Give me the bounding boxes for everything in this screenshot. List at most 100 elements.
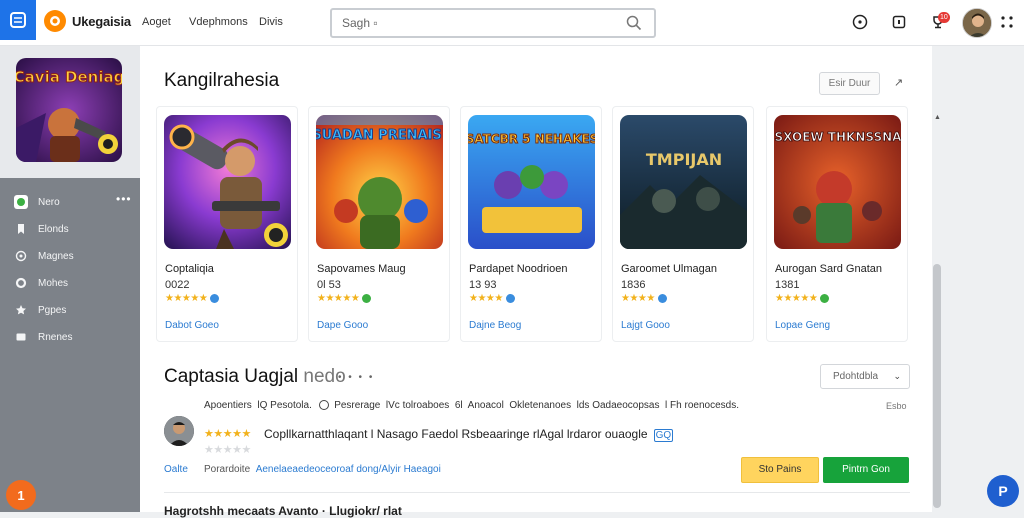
primary-action-button[interactable]: Pintrn Gon bbox=[823, 457, 909, 483]
app-grid-icon bbox=[10, 12, 26, 28]
verified-badge-icon bbox=[820, 293, 830, 303]
featured-game-title: Cavia Deniag bbox=[16, 68, 122, 86]
sort-dropdown[interactable]: Pdohtdbla ⌄ bbox=[820, 364, 910, 389]
sidebar-item-label: Rnenes bbox=[38, 331, 73, 343]
nav-link-1[interactable]: Aoget bbox=[142, 16, 171, 28]
sidebar-more-icon[interactable]: ••• bbox=[116, 192, 132, 206]
logo-play-icon bbox=[50, 16, 60, 26]
search-input[interactable] bbox=[342, 15, 612, 31]
filter-label[interactable]: Anoacol bbox=[468, 400, 504, 411]
verified-badge-icon bbox=[362, 293, 372, 303]
game-name: Coptaliqia bbox=[165, 263, 214, 275]
nav-link-3[interactable]: Divis bbox=[259, 16, 283, 28]
top-bar: Ukegaisia Aoget Vdephmons Divis 10 bbox=[0, 0, 1024, 46]
game-name: Garoomet Ulmagan bbox=[621, 263, 717, 275]
rating-stars: ★★★★★ bbox=[165, 293, 220, 304]
star-icon bbox=[14, 303, 28, 317]
game-link[interactable]: Lopae Geng bbox=[775, 320, 830, 331]
download-count: 1836 bbox=[621, 279, 646, 291]
rating-stars: ★★★★★ bbox=[317, 293, 372, 304]
filter-label[interactable]: Okletenanoes bbox=[509, 400, 571, 411]
game-artwork[interactable]: SATCBR 5 NEHAKES bbox=[468, 115, 595, 249]
game-card-2[interactable]: SUADAN PRENAIS! Sapovames Maug 0l 53 ★★★… bbox=[308, 106, 450, 342]
brand-logo[interactable] bbox=[44, 10, 66, 32]
artwork-title: SXOEW THKNSSNA bbox=[775, 130, 901, 144]
featured-game-artwork[interactable]: Cavia Deniag bbox=[16, 58, 122, 162]
game-link[interactable]: Dabot Goeo bbox=[165, 320, 219, 331]
section-title-2: Captasia Uagjal nedo bbox=[164, 366, 346, 387]
game-artwork[interactable]: SUADAN PRENAIS! bbox=[316, 115, 443, 249]
sidebar-fab-button[interactable]: 1 bbox=[6, 480, 36, 510]
apps-grid-icon[interactable] bbox=[998, 13, 1016, 31]
game-artwork[interactable]: SXOEW THKNSSNA bbox=[774, 115, 901, 249]
right-gutter bbox=[932, 46, 1024, 512]
filter-label[interactable]: lVc tolroaboes bbox=[386, 400, 449, 411]
review-rating-empty-stars: ★★★★★ bbox=[204, 444, 251, 456]
sidebar-item-mohes[interactable]: Mohes bbox=[14, 274, 68, 292]
review-tag-icon[interactable]: GQ bbox=[653, 429, 674, 442]
filter-label[interactable]: l Fh roenocesds. bbox=[665, 400, 739, 411]
verified-badge-icon bbox=[657, 293, 667, 303]
game-artwork[interactable]: TMPIJAN bbox=[620, 115, 747, 249]
sidebar-item-home[interactable]: Nero bbox=[14, 193, 60, 211]
expand-arrow-icon[interactable]: ↗ bbox=[894, 76, 903, 89]
download-count: 0l 53 bbox=[317, 279, 341, 291]
filter-label[interactable]: Apoentiers bbox=[204, 400, 252, 411]
game-card-1[interactable]: Coptaliqia 0022 ★★★★★ Dabot Goeo bbox=[156, 106, 298, 342]
reviewer-avatar[interactable] bbox=[164, 416, 194, 446]
compass-icon[interactable] bbox=[851, 13, 869, 31]
rating-stars: ★★★★ bbox=[469, 293, 515, 304]
scroll-up-icon[interactable]: ▲ bbox=[934, 114, 941, 121]
sidebar-item-elonds[interactable]: Elonds bbox=[14, 220, 69, 238]
brand-name[interactable]: Ukegaisia bbox=[72, 14, 131, 29]
sidebar-item-label: Mohes bbox=[38, 277, 69, 289]
nav-link-2[interactable]: Vdephmons bbox=[189, 16, 248, 28]
sidebar-item-label: Magnes bbox=[38, 250, 74, 262]
see-all-button[interactable]: Esir Duur bbox=[819, 72, 880, 95]
game-card-3[interactable]: SATCBR 5 NEHAKES Pardapet Noodrioen 13 9… bbox=[460, 106, 602, 342]
filters-extra[interactable]: Esbo bbox=[886, 401, 907, 411]
ring-icon bbox=[14, 276, 28, 290]
user-avatar[interactable] bbox=[962, 8, 992, 38]
filter-label[interactable]: Pesrerage bbox=[334, 400, 380, 411]
target-icon bbox=[14, 249, 28, 263]
more-options-icon[interactable]: • • • • bbox=[338, 372, 374, 383]
game-link[interactable]: Dajne Beog bbox=[469, 320, 521, 331]
artwork-title: SUADAN PRENAIS! bbox=[316, 128, 443, 143]
notification-badge: 10 bbox=[938, 12, 950, 23]
reviewer-name-link[interactable]: Oalte bbox=[164, 464, 188, 475]
library-icon[interactable] bbox=[890, 13, 908, 31]
filter-label[interactable]: 6l bbox=[455, 400, 463, 411]
filter-label[interactable]: lds Oadaeocopsas bbox=[577, 400, 660, 411]
help-button[interactable]: P bbox=[987, 475, 1019, 507]
app-launcher-button[interactable] bbox=[0, 0, 36, 40]
download-count: 13 93 bbox=[469, 279, 497, 291]
review-filters: Apoentiers lQ Pesotola. Pesrerage lVc to… bbox=[204, 400, 739, 411]
game-card-5[interactable]: SXOEW THKNSSNA Aurogan Sard Gnatan 1381 … bbox=[766, 106, 908, 342]
sidebar-item-label: Elonds bbox=[38, 223, 69, 235]
square-icon bbox=[14, 330, 28, 344]
sidebar: Cavia Deniag Nero ••• Elonds Magnes Mohe… bbox=[0, 46, 140, 512]
sidebar-item-label: Nero bbox=[38, 196, 60, 208]
filter-label[interactable]: lQ Pesotola. bbox=[257, 400, 311, 411]
game-link[interactable]: Dape Gooo bbox=[317, 320, 368, 331]
section-title-1: Kangilrahesia bbox=[164, 70, 280, 91]
scrollbar-thumb[interactable] bbox=[933, 264, 941, 508]
sidebar-item-rnenes[interactable]: Rnenes bbox=[14, 328, 72, 346]
game-card-4[interactable]: TMPIJAN Garoomet Ulmagan 1836 ★★★★ Lajgt… bbox=[612, 106, 754, 342]
search-icon[interactable] bbox=[626, 15, 642, 36]
game-link[interactable]: Lajgt Gooo bbox=[621, 320, 670, 331]
review-meta-link[interactable]: Aenelaeaedeoceoroaf dong/Alyir Haeagoi bbox=[256, 464, 441, 475]
rating-stars: ★★★★ bbox=[621, 293, 667, 304]
game-name: Aurogan Sard Gnatan bbox=[775, 263, 883, 275]
review-rating-stars: ★★★★★ bbox=[204, 428, 251, 440]
sidebar-item-pgpes[interactable]: Pgpes bbox=[14, 301, 66, 319]
search-bar bbox=[330, 8, 656, 38]
sidebar-item-magnes[interactable]: Magnes bbox=[14, 247, 74, 265]
game-artwork[interactable] bbox=[164, 115, 291, 249]
artwork-title: TMPIJAN bbox=[646, 150, 722, 169]
sidebar-featured: Cavia Deniag bbox=[0, 46, 140, 178]
game-name: Sapovames Maug bbox=[317, 263, 406, 275]
review-text: Copllkarnatthlaqant l Nasago Faedol Rsbe… bbox=[264, 427, 674, 442]
secondary-action-button[interactable]: Sto Pains bbox=[741, 457, 819, 483]
